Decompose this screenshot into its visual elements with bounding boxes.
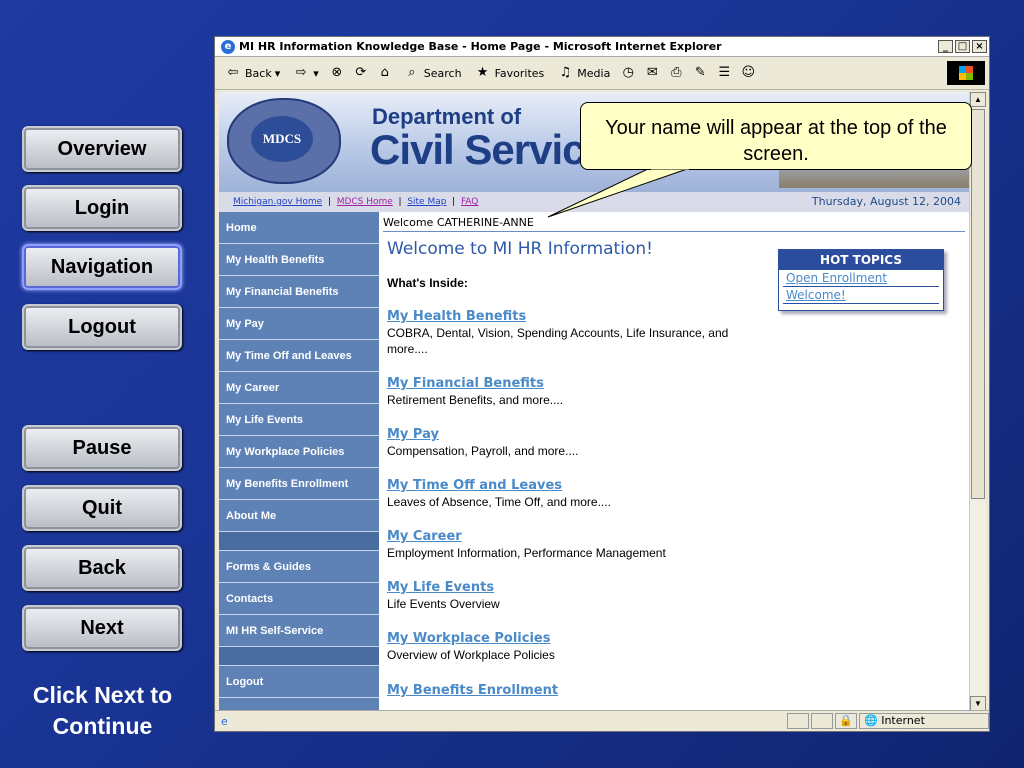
callout-pointer-mask — [651, 167, 689, 170]
